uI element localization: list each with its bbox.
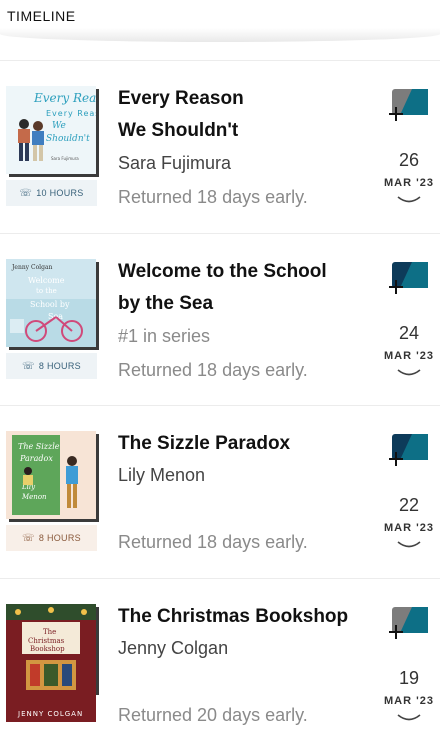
page-title: TIMELINE	[7, 8, 76, 24]
duration-badge: ☏ 8 HOURS	[6, 525, 97, 551]
duration-badge: ☏ 8 HOURS	[6, 353, 97, 379]
add-to-list-button[interactable]	[386, 605, 430, 639]
return-month: MAR '23	[384, 522, 434, 534]
book-cover[interactable]: The Sizzle Paradox Lily Menon	[6, 431, 96, 519]
book-author: Jenny Colgan	[118, 638, 229, 658]
series-info[interactable]: #1 in series	[118, 320, 210, 353]
book-title-line[interactable]: The Sizzle Paradox	[118, 427, 290, 460]
add-to-list-button[interactable]	[386, 432, 430, 466]
header: TIMELINE	[0, 0, 440, 44]
return-status: Returned 18 days early.	[118, 187, 308, 207]
return-month: MAR '23	[384, 177, 434, 189]
book-cover[interactable]: Jenny Colgan Welcome to the School by Se…	[6, 259, 96, 347]
svg-text:Every Reason: Every Reason	[33, 91, 96, 105]
book-title-line[interactable]: by the Sea	[118, 287, 213, 320]
list-item[interactable]: Jenny Colgan Welcome to the School by Se…	[0, 233, 440, 405]
return-status: Returned 18 days early.	[118, 360, 308, 380]
return-day: 19	[398, 668, 420, 688]
svg-text:Welcome: Welcome	[28, 276, 65, 285]
return-day: 24	[398, 323, 420, 343]
svg-text:The Sizzle: The Sizzle	[18, 442, 60, 451]
svg-text:We: We	[52, 121, 66, 131]
svg-text:to the: to the	[36, 287, 57, 295]
svg-text:School by: School by	[30, 300, 70, 309]
return-day: 26	[398, 150, 420, 170]
duration-badge: ☏ 10 HOURS	[6, 180, 97, 206]
add-to-list-button[interactable]	[386, 260, 430, 294]
chevron-down-icon[interactable]	[396, 712, 422, 724]
headphones-icon: ☏	[22, 360, 35, 372]
list-item[interactable]: Every Reason Every Reason We Shouldn't S…	[0, 60, 440, 232]
svg-text:Shouldn't: Shouldn't	[46, 134, 90, 144]
duration-label: 8 HOURS	[38, 533, 81, 543]
return-month: MAR '23	[384, 350, 434, 362]
return-status: Returned 20 days early.	[118, 705, 308, 725]
book-cover[interactable]: The Christmas Bookshop JENNY COLGAN	[6, 604, 96, 722]
svg-text:Christmas: Christmas	[28, 637, 65, 645]
svg-text:Sara Fujimura: Sara Fujimura	[51, 156, 79, 161]
return-month: MAR '23	[384, 695, 434, 707]
list-item[interactable]: The Christmas Bookshop JENNY COLGAN The …	[0, 578, 440, 738]
svg-text:Menon: Menon	[21, 493, 47, 501]
chevron-down-icon[interactable]	[396, 194, 422, 206]
cover-author: Jenny Colgan	[11, 264, 53, 271]
duration-label: 8 HOURS	[38, 361, 81, 371]
headphones-icon: ☏	[22, 532, 35, 544]
chevron-down-icon[interactable]	[396, 367, 422, 379]
book-cover[interactable]: Every Reason Every Reason We Shouldn't S…	[6, 86, 96, 174]
return-day: 22	[398, 495, 420, 515]
cover-author: JENNY COLGAN	[17, 710, 83, 718]
add-to-list-button[interactable]	[386, 87, 430, 121]
svg-text:Bookshop: Bookshop	[30, 645, 65, 653]
chevron-down-icon[interactable]	[396, 539, 422, 551]
headphones-icon: ☏	[19, 187, 33, 199]
return-status: Returned 18 days early.	[118, 532, 308, 552]
book-title-line[interactable]: Welcome to the School	[118, 255, 327, 288]
book-title-line[interactable]: The Christmas Bookshop	[118, 600, 348, 633]
book-title-line[interactable]: Every Reason	[118, 82, 244, 115]
svg-text:The: The	[43, 628, 56, 636]
duration-label: 10 HOURS	[36, 188, 84, 198]
list-item[interactable]: The Sizzle Paradox Lily Menon ☏ 8 HOURS T…	[0, 405, 440, 577]
book-author: Sara Fujimura	[118, 153, 232, 173]
book-author: Lily Menon	[118, 465, 206, 485]
header-shadow	[0, 28, 440, 42]
svg-text:Paradox: Paradox	[19, 454, 53, 463]
book-title-line[interactable]: We Shouldn't	[118, 114, 238, 147]
cover-text: Every Reason	[46, 109, 96, 118]
